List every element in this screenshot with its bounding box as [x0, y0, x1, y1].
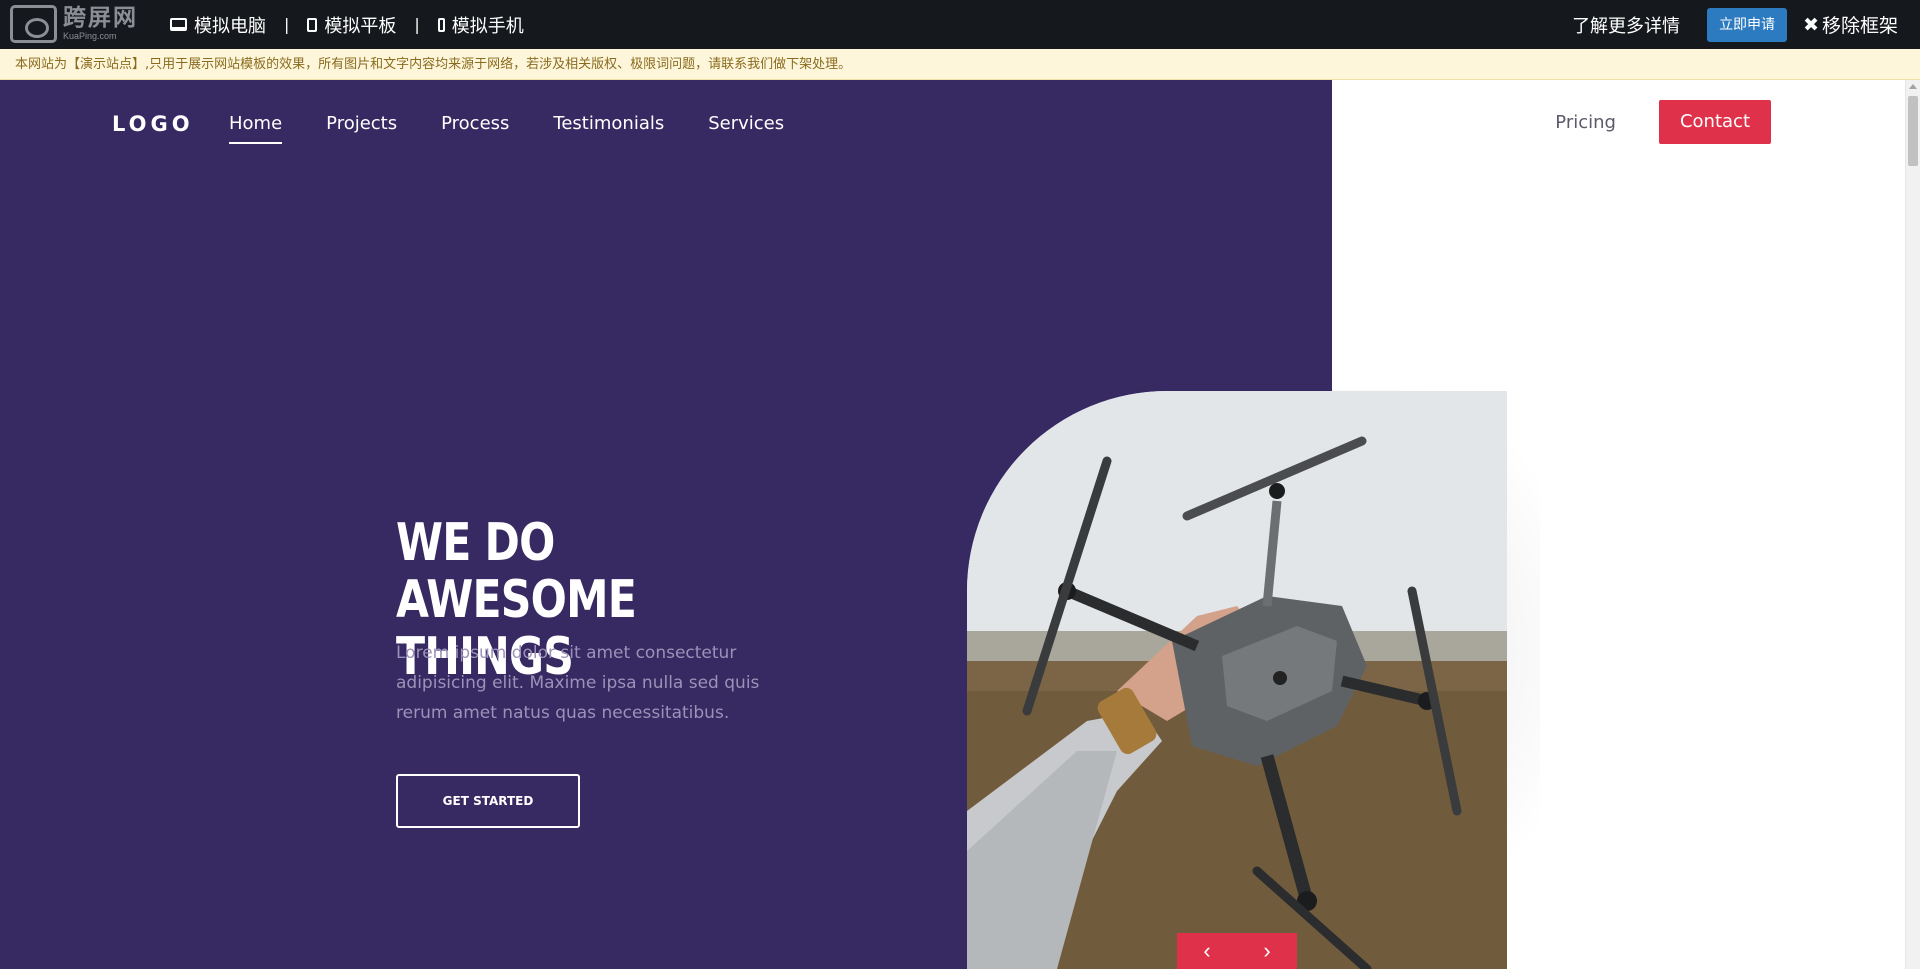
main-nav: Home Projects Process Testimonials Servi… [229, 80, 828, 166]
drone-illustration [967, 391, 1507, 969]
nav-pricing[interactable]: Pricing [1555, 112, 1616, 133]
get-started-button[interactable]: GET STARTED [396, 774, 580, 828]
kuaping-logo[interactable]: 跨屏网 KuaPing.com [10, 4, 138, 44]
site-navbar: LOGO Home Projects Process Testimonials … [0, 80, 1905, 166]
demo-notice: 本网站为【演示站点】,只用于展示网站模板的效果，所有图片和文字内容均来源于网络，… [0, 49, 1920, 80]
contact-button[interactable]: Contact [1658, 100, 1771, 144]
hero-drone-photo [967, 391, 1507, 969]
desktop-icon [170, 18, 187, 31]
nav-home[interactable]: Home [229, 113, 283, 144]
site-viewport: LOGO Home Projects Process Testimonials … [0, 80, 1905, 969]
tablet-icon [307, 17, 318, 32]
separator: | [414, 15, 420, 34]
logo-text-en: KuaPing.com [63, 31, 117, 41]
frame-toolbar: 跨屏网 KuaPing.com 模拟电脑 | 模拟平板 | 模拟手机 了解更多详… [0, 0, 1920, 49]
kuaping-logo-icon [10, 5, 57, 43]
simulate-desktop-label: 模拟电脑 [194, 15, 266, 37]
scroll-up-icon[interactable] [1909, 84, 1917, 89]
nav-projects[interactable]: Projects [326, 113, 397, 134]
logo-text-zh: 跨屏网 [63, 5, 138, 31]
scroll-thumb[interactable] [1908, 96, 1918, 166]
simulate-phone-label: 模拟手机 [451, 15, 524, 37]
nav-process[interactable]: Process [441, 113, 509, 134]
simulate-tablet-label: 模拟平板 [324, 15, 397, 37]
slider-controls: ‹ › [1177, 933, 1297, 969]
page-scrollbar[interactable] [1905, 80, 1920, 969]
separator: | [284, 15, 290, 34]
site-logo[interactable]: LOGO [112, 112, 194, 136]
close-icon: ✖ [1803, 13, 1819, 36]
frame-actions: 了解更多详情 立即申请 ✖ 移除框架 [1572, 0, 1898, 49]
device-switcher: 模拟电脑 | 模拟平板 | 模拟手机 [170, 0, 524, 49]
simulate-phone-button[interactable]: 模拟手机 [437, 12, 524, 38]
nav-testimonials[interactable]: Testimonials [553, 113, 664, 134]
learn-more-link[interactable]: 了解更多详情 [1572, 12, 1680, 38]
nav-right: Pricing Contact [1555, 100, 1771, 144]
nav-services[interactable]: Services [708, 113, 784, 134]
simulate-desktop-button[interactable]: 模拟电脑 [170, 12, 266, 38]
remove-frame-label: 移除框架 [1821, 15, 1898, 37]
slider-next-button[interactable]: › [1263, 938, 1270, 964]
phone-icon [437, 17, 445, 32]
apply-now-button[interactable]: 立即申请 [1707, 7, 1788, 42]
simulate-tablet-button[interactable]: 模拟平板 [307, 12, 396, 38]
remove-frame-button[interactable]: ✖ 移除框架 [1803, 11, 1898, 38]
hero-description: Lorem ipsum dolor sit amet consectetur a… [396, 643, 760, 723]
slider-prev-button[interactable]: ‹ [1203, 938, 1210, 964]
